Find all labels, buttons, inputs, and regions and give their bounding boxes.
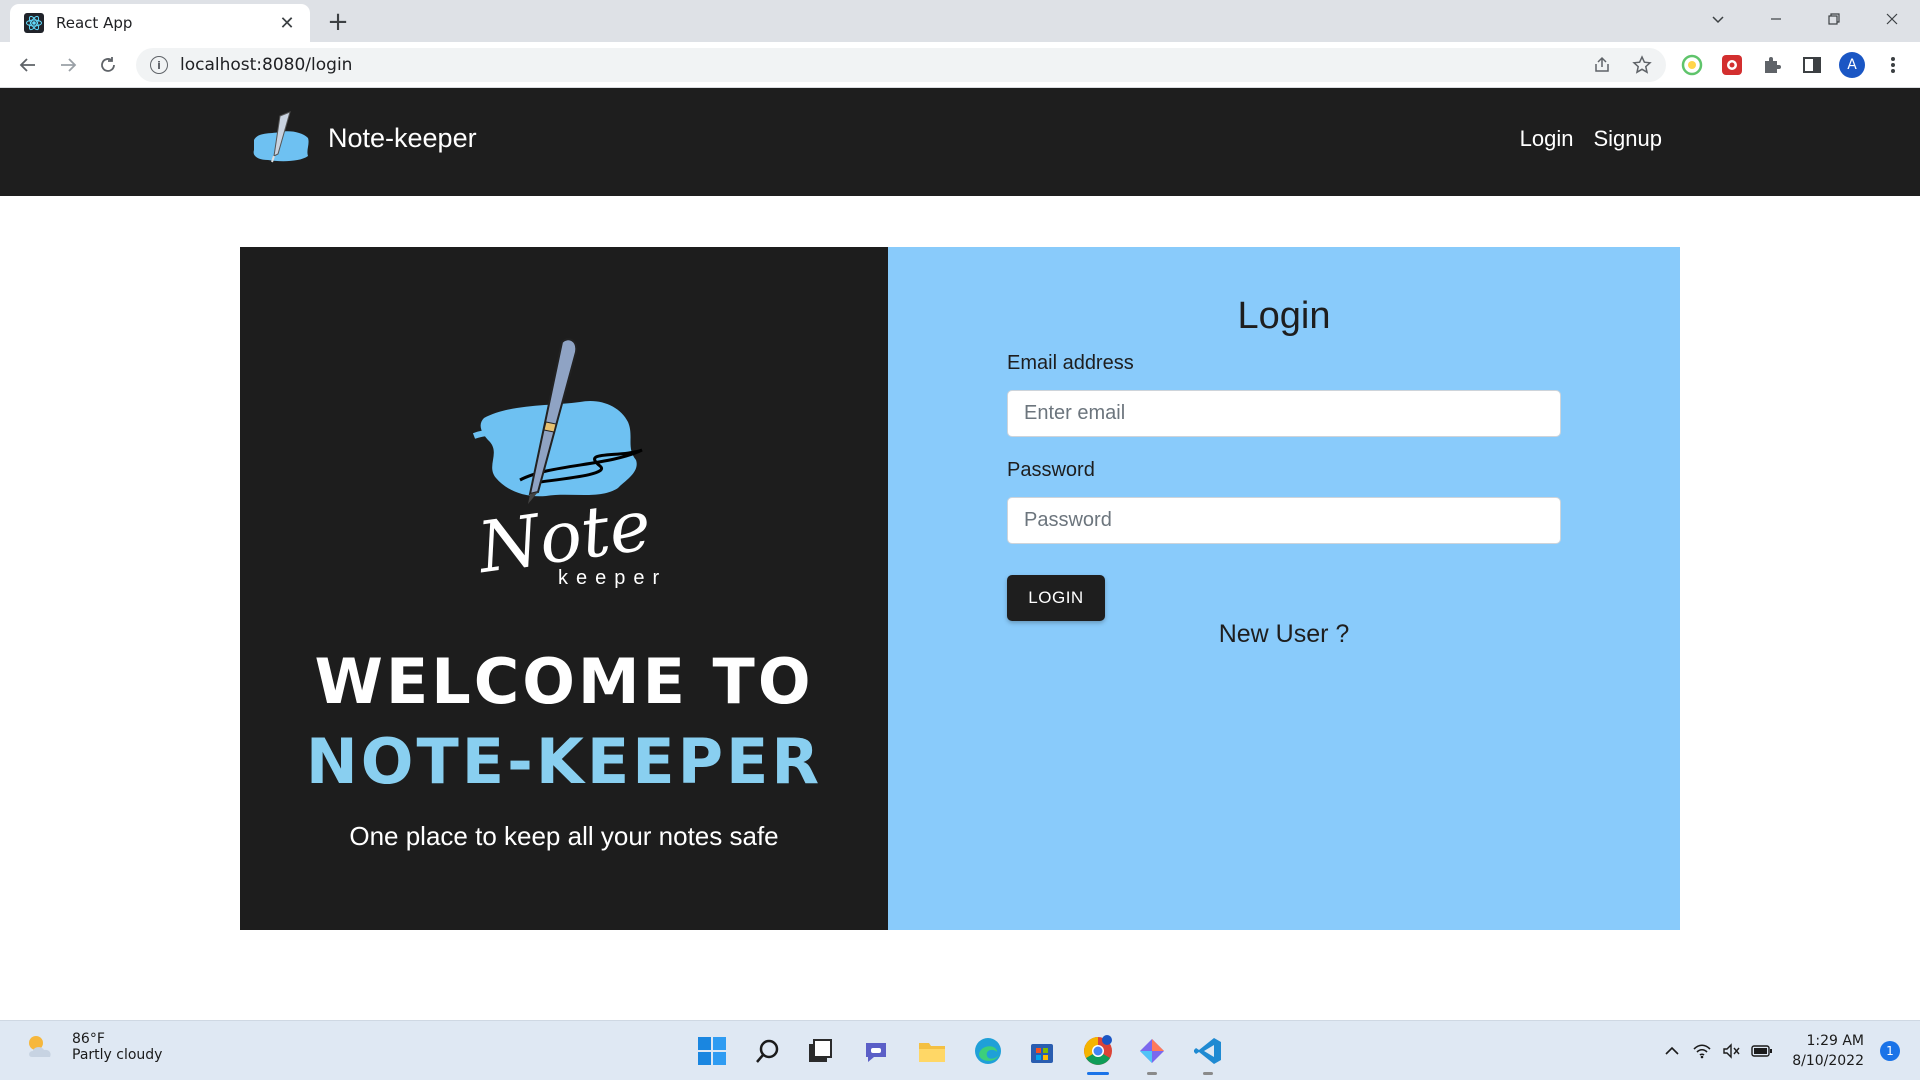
- address-url: localhost:8080/login: [180, 55, 353, 75]
- welcome-heading-line2: NOTE-KEEPER: [305, 725, 823, 798]
- app-navbar: Note-keeper Login Signup: [0, 88, 1920, 196]
- password-label: Password: [1007, 459, 1095, 481]
- wifi-icon[interactable]: [1690, 1039, 1714, 1063]
- brand-name: Note-keeper: [328, 122, 477, 153]
- weather-text: 86°F Partly cloudy: [72, 1031, 162, 1063]
- chevron-up-icon[interactable]: [1660, 1039, 1684, 1063]
- close-tab-icon[interactable]: ✕: [276, 12, 298, 34]
- clock-time: 1:29 AM: [1806, 1033, 1864, 1049]
- browser-menu-icon[interactable]: [1880, 52, 1906, 78]
- windows-start-icon[interactable]: [694, 1033, 730, 1069]
- browser-toolbar: i localhost:8080/login: [0, 42, 1920, 88]
- clock-date: 8/10/2022: [1792, 1053, 1864, 1069]
- email-input[interactable]: [1007, 390, 1561, 437]
- partly-cloudy-icon: [29, 1036, 51, 1057]
- chrome-browser-icon[interactable]: [1080, 1033, 1116, 1069]
- welcome-panel: Note keeper WELCOME TO NOTE-KEEPER One p…: [240, 247, 888, 930]
- password-input[interactable]: [1007, 497, 1561, 544]
- bookmark-star-icon[interactable]: [1628, 51, 1656, 79]
- browser-tab[interactable]: React App ✕: [10, 4, 310, 42]
- teams-chat-icon[interactable]: [858, 1033, 894, 1069]
- tab-search-icon[interactable]: [1690, 0, 1746, 38]
- nav-signup-link[interactable]: Signup: [1593, 126, 1662, 152]
- restore-window-button[interactable]: [1806, 0, 1862, 38]
- vscode-icon[interactable]: [1190, 1033, 1226, 1069]
- chrome-active-indicator: [1087, 1072, 1109, 1075]
- welcome-heading-line1: WELCOME TO: [314, 645, 814, 718]
- git-client-icon[interactable]: [1134, 1033, 1170, 1069]
- address-bar[interactable]: i localhost:8080/login: [136, 48, 1666, 82]
- weather-widget[interactable]: 86°F Partly cloudy: [24, 1031, 162, 1063]
- microsoft-store-icon[interactable]: [1024, 1033, 1060, 1069]
- note-keeper-hero-logo: Note keeper: [471, 338, 667, 589]
- weather-temperature: 86°F: [72, 1031, 105, 1047]
- reload-icon[interactable]: [94, 51, 122, 79]
- volume-muted-icon[interactable]: [1720, 1039, 1744, 1063]
- side-panel-icon[interactable]: [1799, 52, 1825, 78]
- note-keeper-logo-icon: [253, 111, 309, 163]
- nav-links: Login Signup: [1520, 126, 1662, 152]
- system-tray: 1:29 AM 8/10/2022 1: [1654, 1021, 1900, 1081]
- search-icon[interactable]: [750, 1033, 786, 1069]
- new-user-link[interactable]: New User ?: [888, 620, 1680, 649]
- notification-badge[interactable]: 1: [1880, 1041, 1900, 1061]
- extension-green-icon[interactable]: [1679, 52, 1705, 78]
- windows-taskbar: 86°F Partly cloudy 1:29 AM 8/10/2022 1: [0, 1020, 1920, 1080]
- battery-charging-icon[interactable]: [1750, 1039, 1774, 1063]
- site-info-icon[interactable]: i: [150, 56, 168, 74]
- login-submit-button[interactable]: LOGIN: [1007, 575, 1105, 621]
- new-tab-button[interactable]: +: [324, 7, 352, 37]
- edge-browser-icon[interactable]: [970, 1033, 1006, 1069]
- logo-keeper-word: keeper: [558, 567, 667, 589]
- profile-initial: A: [1839, 52, 1865, 78]
- browser-tab-strip: React App ✕ +: [0, 0, 1920, 42]
- tab-title: React App: [56, 14, 133, 32]
- share-icon[interactable]: [1588, 51, 1616, 79]
- login-form-panel: Login Email address Password LOGIN New U…: [888, 247, 1680, 930]
- welcome-tagline: One place to keep all your notes safe: [349, 821, 779, 851]
- file-explorer-icon[interactable]: [914, 1033, 950, 1069]
- nav-login-link[interactable]: Login: [1520, 126, 1574, 152]
- brand-home-link[interactable]: Note-keeper: [250, 110, 477, 166]
- git-client-running-indicator: [1147, 1072, 1157, 1075]
- profile-avatar[interactable]: A: [1839, 52, 1865, 78]
- close-window-button[interactable]: [1864, 0, 1920, 38]
- react-favicon-icon: [24, 13, 44, 33]
- forward-arrow-icon[interactable]: [54, 51, 82, 79]
- weather-description: Partly cloudy: [72, 1047, 163, 1063]
- minimize-window-button[interactable]: [1748, 0, 1804, 38]
- email-label: Email address: [1007, 352, 1134, 374]
- system-clock[interactable]: 1:29 AM 8/10/2022: [1792, 1031, 1864, 1071]
- vscode-running-indicator: [1203, 1072, 1213, 1075]
- extension-red-icon[interactable]: [1719, 52, 1745, 78]
- login-form-title: Login: [1237, 295, 1331, 337]
- back-arrow-icon[interactable]: [14, 51, 42, 79]
- extensions-puzzle-icon[interactable]: [1759, 52, 1785, 78]
- task-view-icon[interactable]: [802, 1033, 838, 1069]
